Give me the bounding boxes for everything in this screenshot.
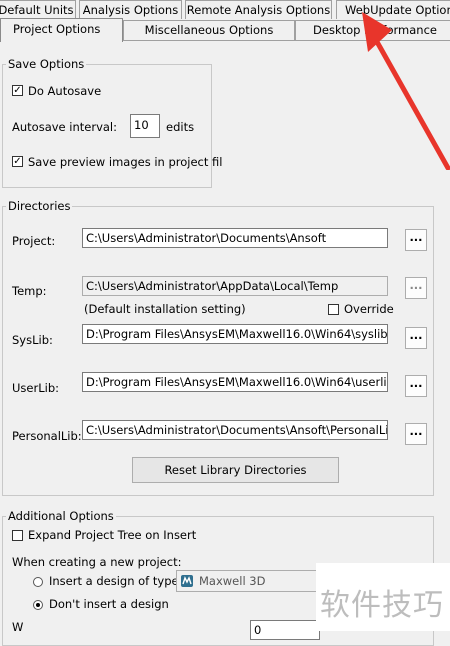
do-autosave-checkbox[interactable]: ✓ [12, 85, 23, 96]
directories-group [2, 206, 434, 496]
tab-default-units[interactable]: Default Units [0, 0, 76, 19]
maxwell-3d-icon [180, 574, 194, 588]
personallib-browse-button[interactable]: ... [405, 423, 427, 445]
expand-tree-label: Expand Project Tree on Insert [28, 528, 197, 542]
dont-insert-design-label: Don't insert a design [49, 597, 169, 611]
tab-remote-analysis-options[interactable]: Remote Analysis Options [185, 0, 332, 19]
edits-label: edits [166, 120, 195, 134]
autosave-interval-input[interactable]: 10 [130, 114, 160, 138]
override-checkbox[interactable] [328, 304, 339, 315]
directories-legend: Directories [6, 199, 73, 213]
tab-analysis-options[interactable]: Analysis Options [79, 0, 182, 19]
save-preview-label: Save preview images in project fil [28, 155, 223, 169]
expand-tree-checkbox[interactable] [12, 530, 23, 541]
watermark-text: 软件技巧 [320, 588, 444, 623]
default-installation-note: (Default installation setting) [84, 302, 246, 316]
project-browse-button[interactable]: ... [405, 229, 427, 251]
temp-dir-input[interactable]: C:\Users\Administrator\AppData\Local\Tem… [82, 276, 388, 296]
save-preview-checkbox[interactable]: ✓ [12, 156, 23, 167]
syslib-dir-input[interactable]: D:\Program Files\AnsysEM\Maxwell16.0\Win… [82, 324, 388, 344]
temp-browse-button[interactable]: ... [405, 277, 427, 299]
userlib-label: UserLib: [12, 381, 59, 395]
personallib-label: PersonalLib: [12, 429, 82, 443]
partial-option-label: W [12, 620, 24, 634]
userlib-dir-input[interactable]: D:\Program Files\AnsysEM\Maxwell16.0\Win… [82, 372, 388, 392]
reset-library-directories-button[interactable]: Reset Library Directories [132, 457, 339, 483]
design-type-value: Maxwell 3D [199, 574, 266, 588]
insert-design-label: Insert a design of type [49, 574, 179, 588]
syslib-browse-button[interactable]: ... [405, 327, 427, 349]
additional-options-legend: Additional Options [6, 509, 116, 523]
userlib-browse-button[interactable]: ... [405, 375, 427, 397]
autosave-interval-label: Autosave interval: [12, 120, 117, 134]
syslib-label: SysLib: [12, 333, 53, 347]
project-dir-input[interactable]: C:\Users\Administrator\Documents\Ansoft [82, 228, 388, 248]
temp-label: Temp: [12, 284, 47, 298]
save-options-legend: Save Options [6, 57, 87, 71]
do-autosave-label: Do Autosave [28, 84, 102, 98]
partial-option-input[interactable]: 0 [250, 620, 320, 640]
when-creating-label: When creating a new project: [12, 555, 182, 569]
tab-miscellaneous-options[interactable]: Miscellaneous Options [123, 20, 295, 40]
project-label: Project: [12, 234, 56, 248]
tab-project-options[interactable]: Project Options [0, 18, 123, 42]
insert-design-radio[interactable] [33, 577, 43, 587]
personallib-dir-input[interactable]: C:\Users\Administrator\Documents\Ansoft\… [82, 420, 388, 440]
design-type-select[interactable]: Maxwell 3D [176, 570, 336, 592]
dont-insert-design-radio[interactable] [33, 600, 43, 610]
arrow-shaft [373, 37, 450, 170]
override-label: Override [344, 302, 394, 316]
annotation-arrow [362, 12, 450, 170]
